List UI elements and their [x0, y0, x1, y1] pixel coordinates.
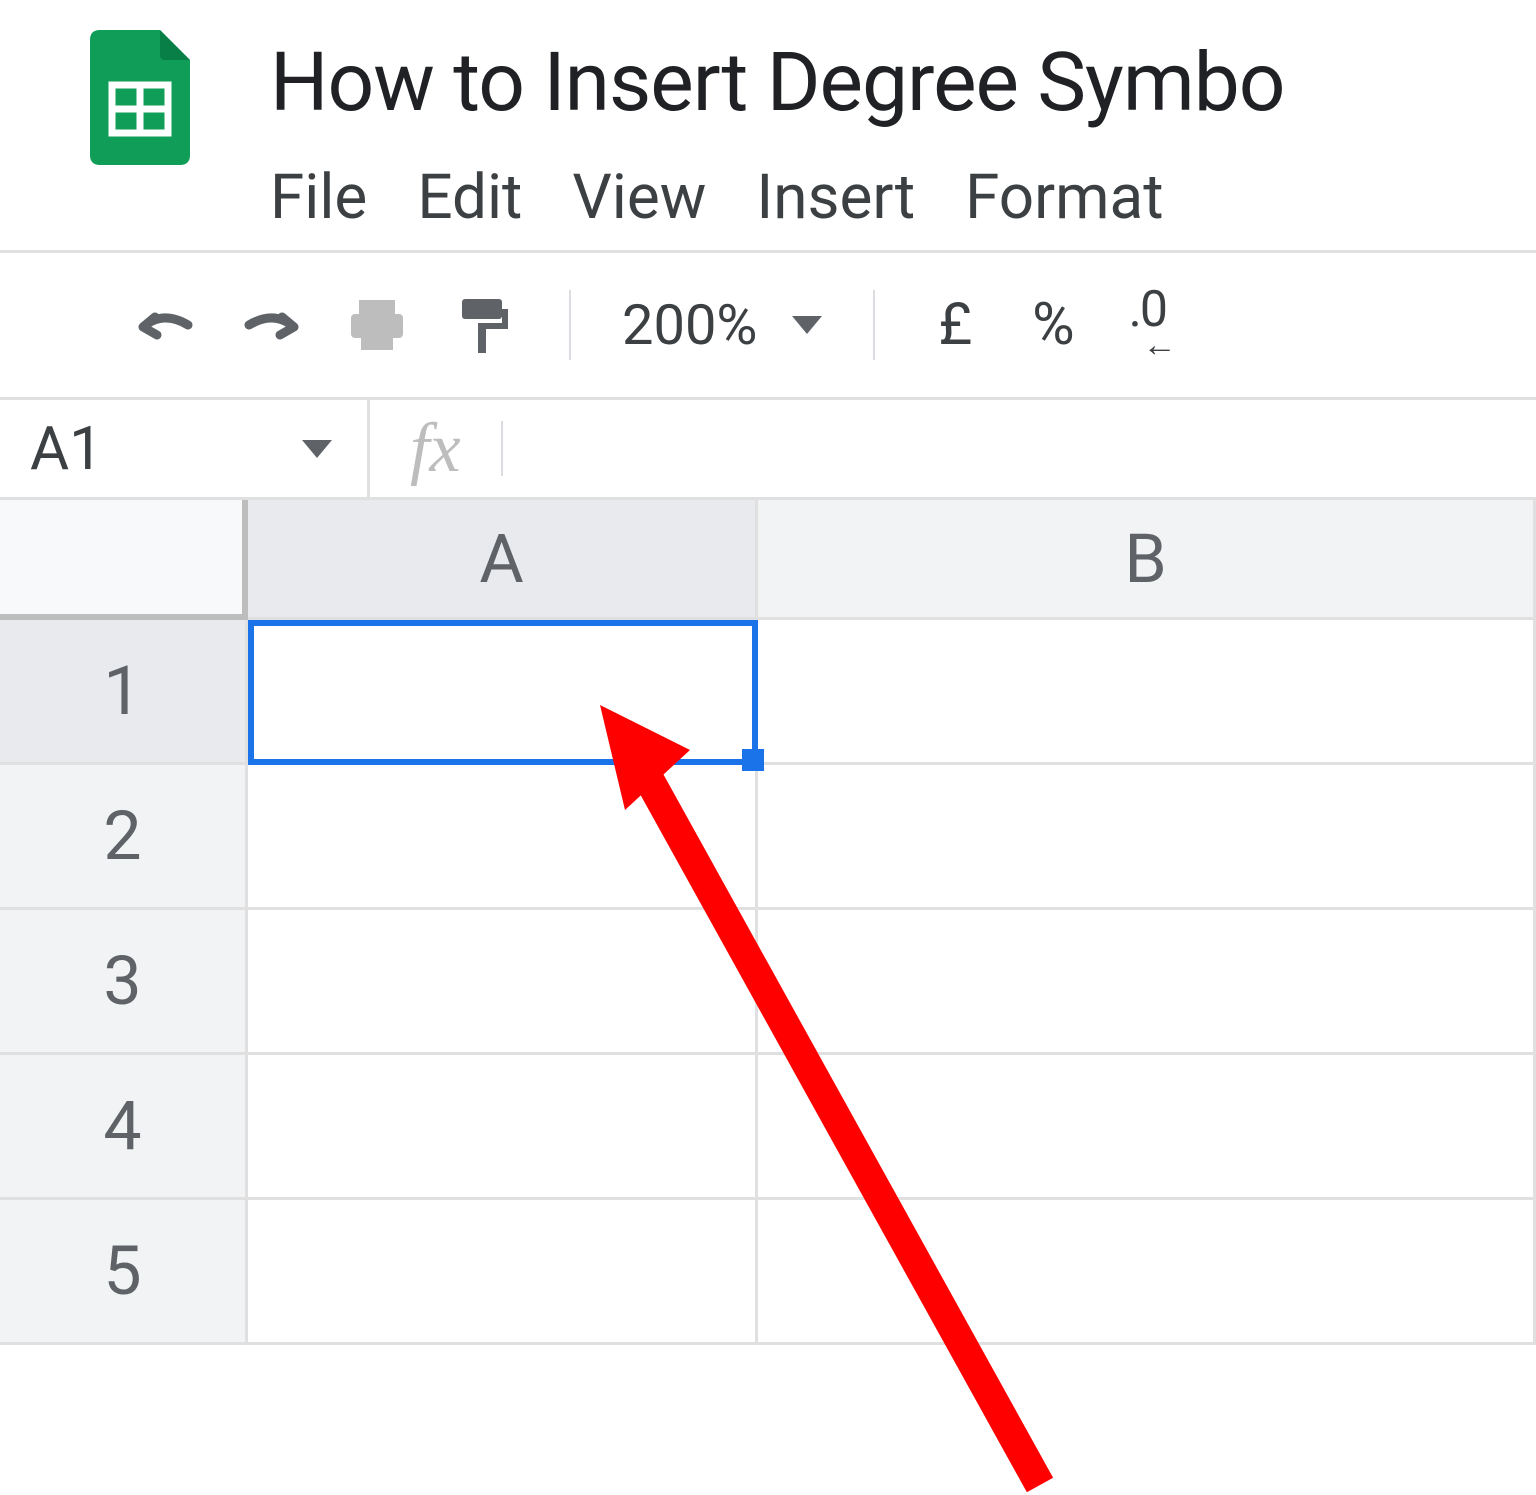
cell-a4[interactable] — [248, 1055, 758, 1200]
menubar: File Edit View Insert Format — [270, 161, 1536, 234]
zoom-value: 200% — [622, 292, 757, 358]
left-arrow-icon: ← — [1143, 334, 1175, 358]
title-area: How to Insert Degree Symbo File Edit Vie… — [270, 30, 1536, 234]
formula-bar: A1 fx — [0, 400, 1536, 500]
fx-separator — [501, 421, 503, 476]
print-icon[interactable] — [342, 295, 412, 355]
column-header-b[interactable]: B — [758, 500, 1536, 620]
row-header-5[interactable]: 5 — [0, 1200, 248, 1345]
select-all-corner[interactable] — [0, 500, 248, 620]
menu-format[interactable]: Format — [965, 161, 1163, 234]
name-box-value: A1 — [30, 413, 103, 484]
cell-b5[interactable] — [758, 1200, 1536, 1345]
fx-icon: fx — [370, 409, 501, 489]
cell-a3[interactable] — [248, 910, 758, 1055]
format-currency-button[interactable]: £ — [926, 291, 984, 359]
document-title[interactable]: How to Insert Degree Symbo — [270, 35, 1536, 131]
cell-b2[interactable] — [758, 765, 1536, 910]
menu-insert[interactable]: Insert — [756, 161, 915, 234]
header: How to Insert Degree Symbo File Edit Vie… — [0, 0, 1536, 250]
column-header-a[interactable]: A — [248, 500, 758, 620]
cell-a1[interactable] — [248, 620, 758, 765]
decrease-decimal-button[interactable]: .0 ← — [1123, 293, 1181, 358]
menu-edit[interactable]: Edit — [417, 161, 522, 234]
decimal-label: .0 — [1129, 293, 1166, 328]
row-header-1[interactable]: 1 — [0, 620, 248, 765]
undo-icon[interactable] — [130, 295, 200, 355]
dropdown-icon — [792, 316, 822, 334]
row-header-3[interactable]: 3 — [0, 910, 248, 1055]
cell-b1[interactable] — [758, 620, 1536, 765]
dropdown-icon — [302, 440, 332, 458]
menu-file[interactable]: File — [270, 161, 367, 234]
toolbar-separator — [873, 290, 875, 360]
format-percent-button[interactable]: % — [1020, 291, 1086, 359]
cell-a2[interactable] — [248, 765, 758, 910]
menu-view[interactable]: View — [572, 161, 706, 234]
row-header-4[interactable]: 4 — [0, 1055, 248, 1200]
sheets-logo-icon[interactable] — [90, 30, 190, 165]
zoom-dropdown[interactable]: 200% — [622, 292, 822, 358]
paint-format-icon[interactable] — [448, 295, 518, 355]
toolbar-separator — [569, 290, 571, 360]
name-box[interactable]: A1 — [0, 400, 370, 497]
toolbar: 200% £ % .0 ← — [0, 250, 1536, 400]
row-header-2[interactable]: 2 — [0, 765, 248, 910]
redo-icon[interactable] — [236, 295, 306, 355]
cell-a5[interactable] — [248, 1200, 758, 1345]
cell-b3[interactable] — [758, 910, 1536, 1055]
cell-b4[interactable] — [758, 1055, 1536, 1200]
